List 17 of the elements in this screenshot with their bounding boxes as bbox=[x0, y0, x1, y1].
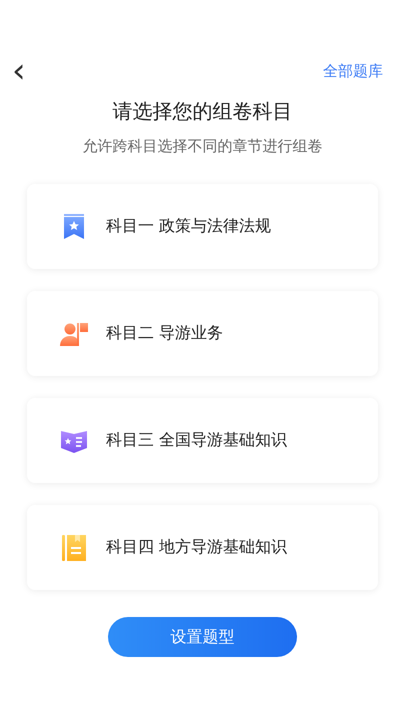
subject-card[interactable]: 科目二 导游业务 bbox=[27, 291, 378, 376]
subject-label: 科目一 政策与法律法规 bbox=[106, 216, 272, 237]
subject-card[interactable]: 科目三 全国导游基础知识 bbox=[27, 398, 378, 483]
page-title: 请选择您的组卷科目 bbox=[112, 98, 294, 125]
subject-card[interactable]: 科目四 地方导游基础知识 bbox=[27, 505, 378, 590]
back-button[interactable]: ‹ bbox=[8, 56, 30, 86]
notepad-icon bbox=[62, 534, 86, 560]
subject-label: 科目四 地方导游基础知识 bbox=[106, 537, 288, 558]
subject-label: 科目二 导游业务 bbox=[106, 323, 224, 344]
page-subtitle: 允许跨科目选择不同的章节进行组卷 bbox=[82, 137, 324, 156]
subject-card[interactable]: 科目一 政策与法律法规 bbox=[27, 184, 378, 269]
bookmark-icon bbox=[63, 214, 85, 240]
subject-label: 科目三 全国导游基础知识 bbox=[106, 430, 288, 451]
all-questions-link[interactable]: 全部题库 bbox=[323, 62, 383, 80]
set-question-types-button[interactable]: 设置题型 bbox=[108, 617, 297, 657]
book-icon bbox=[61, 428, 87, 452]
person-flag-icon bbox=[60, 322, 88, 346]
